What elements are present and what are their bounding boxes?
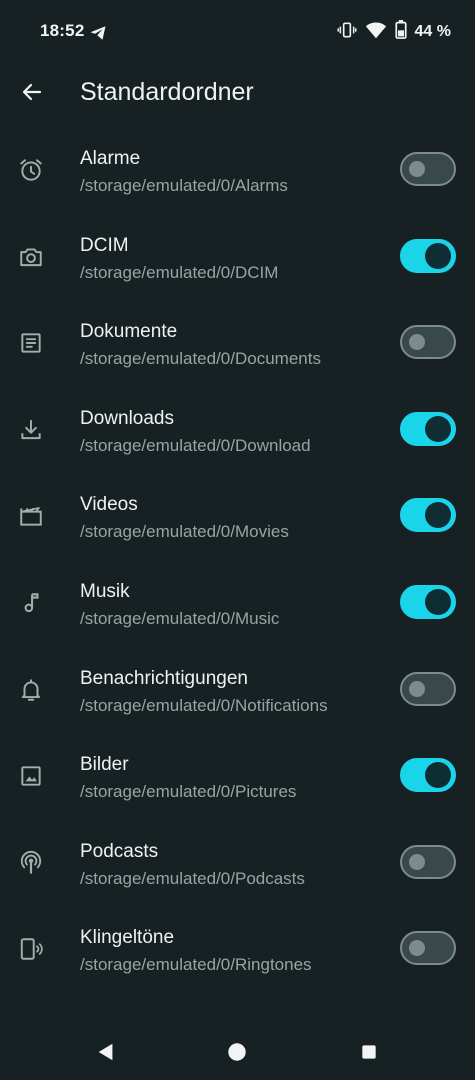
nav-back-button[interactable]: [94, 1040, 118, 1064]
folder-toggle-bilder[interactable]: [400, 758, 456, 793]
folder-list: Alarme/storage/emulated/0/Alarms DCIM/sto…: [0, 128, 475, 994]
page-title: Standardordner: [80, 78, 254, 106]
toggle-knob: [409, 853, 425, 870]
nav-home-icon: [228, 1043, 246, 1061]
folder-path: /storage/emulated/0/Podcasts: [80, 868, 305, 888]
folder-toggle-benachrichtigungen[interactable]: [400, 671, 456, 706]
folder-toggle-klingelt-ne[interactable]: [400, 931, 456, 966]
folder-name: Downloads: [80, 407, 174, 429]
screen: 18:52 44 % Standardordner Alarme /storag…: [0, 0, 475, 1080]
alarm-clock-icon: [18, 157, 44, 183]
toggle-knob: [409, 161, 425, 177]
battery-percentage: 44 %: [414, 23, 451, 40]
music-note-icon: [18, 590, 44, 616]
folder-toggle-musik[interactable]: [400, 584, 456, 619]
vibrate-icon: [337, 20, 357, 45]
folder-item-dcim[interactable]: DCIM/storage/emulated/0/DCIM: [0, 215, 475, 302]
toggle-knob: [425, 588, 451, 615]
folder-name: Videos: [80, 494, 138, 516]
folder-path: /storage/emulated/0/Pictures: [80, 782, 297, 802]
toggle-knob: [425, 242, 451, 269]
folder-toggle-podcasts[interactable]: [400, 844, 456, 879]
toggle-knob: [425, 415, 451, 442]
folder-path: /storage/emulated/0/Music: [80, 608, 280, 628]
download-icon: [18, 417, 44, 443]
folder-toggle-videos[interactable]: [400, 498, 456, 533]
arrow-back-icon: [22, 83, 42, 101]
folder-name: Klingeltöne: [80, 927, 175, 949]
folder-item-musik[interactable]: Musik/storage/emulated/0/Music: [0, 561, 475, 648]
app-bar: Standardordner: [0, 64, 475, 124]
back-button[interactable]: [12, 72, 52, 112]
folder-item-dokumente[interactable]: Dokumente/storage/emulated/0/Documents: [0, 301, 475, 388]
folder-item-videos[interactable]: Videos/storage/emulated/0/Movies: [0, 474, 475, 561]
folder-path: /storage/emulated/0/Alarms: [80, 176, 288, 195]
folder-toggle-downloads[interactable]: [400, 411, 456, 446]
folder-name: Dokumente: [80, 321, 178, 343]
folder-path: /storage/emulated/0/Notifications: [80, 695, 328, 715]
nav-home-button[interactable]: [225, 1040, 249, 1064]
folder-item-bilder[interactable]: Bilder/storage/emulated/0/Pictures: [0, 734, 475, 821]
folder-path: /storage/emulated/0/Ringtones: [80, 955, 312, 975]
toggle-knob: [425, 502, 451, 529]
folder-name: Alarme: [80, 148, 141, 169]
folder-item-benachrichtigungen[interactable]: Benachrichtigungen/storage/emulated/0/No…: [0, 648, 475, 735]
document-icon: [18, 330, 44, 356]
camera-icon: [18, 244, 44, 270]
folder-item-klingelt-ne[interactable]: Klingeltöne/storage/emulated/0/Ringtones: [0, 907, 475, 994]
folder-path: /storage/emulated/0/Documents: [80, 349, 321, 369]
folder-item-downloads[interactable]: Downloads/storage/emulated/0/Download: [0, 388, 475, 475]
toggle-knob: [425, 762, 451, 789]
folder-name: DCIM: [80, 234, 129, 256]
folder-toggle-dcim[interactable]: [400, 238, 456, 273]
folder-toggle-alarme[interactable]: [400, 152, 456, 186]
folder-toggle-dokumente[interactable]: [400, 325, 456, 360]
folder-name: Benachrichtigungen: [80, 667, 248, 689]
toggle-knob: [409, 334, 425, 351]
wifi-icon: [365, 19, 387, 46]
toggle-knob: [409, 680, 425, 697]
navigation-bar: [0, 1024, 475, 1080]
folder-path: /storage/emulated/0/Movies: [80, 522, 289, 542]
folder-name: Podcasts: [80, 840, 159, 862]
status-time: 18:52: [40, 21, 85, 40]
status-icons: 44 %: [337, 20, 451, 44]
folder-path: /storage/emulated/0/DCIM: [80, 262, 279, 282]
movie-icon: [18, 503, 44, 529]
folder-name: Bilder: [80, 754, 129, 776]
nav-recents-button[interactable]: [357, 1040, 381, 1064]
bell-icon: [18, 677, 44, 703]
folder-item-alarme[interactable]: Alarme/storage/emulated/0/Alarms: [0, 128, 475, 215]
folder-name: Musik: [80, 580, 130, 602]
status-bar: 18:52 44 %: [0, 0, 475, 64]
nav-recents-icon: [362, 1045, 376, 1059]
image-icon: [18, 763, 44, 789]
folder-path: /storage/emulated/0/Download: [80, 435, 311, 455]
toggle-knob: [409, 940, 425, 957]
battery-icon: [394, 19, 407, 45]
ringtone-phone-icon: [18, 936, 44, 962]
nav-back-icon: [98, 1043, 113, 1061]
folder-item-podcasts[interactable]: Podcasts/storage/emulated/0/Podcasts: [0, 821, 475, 908]
podcast-icon: [18, 850, 44, 876]
telegram-send-icon: [89, 24, 107, 42]
